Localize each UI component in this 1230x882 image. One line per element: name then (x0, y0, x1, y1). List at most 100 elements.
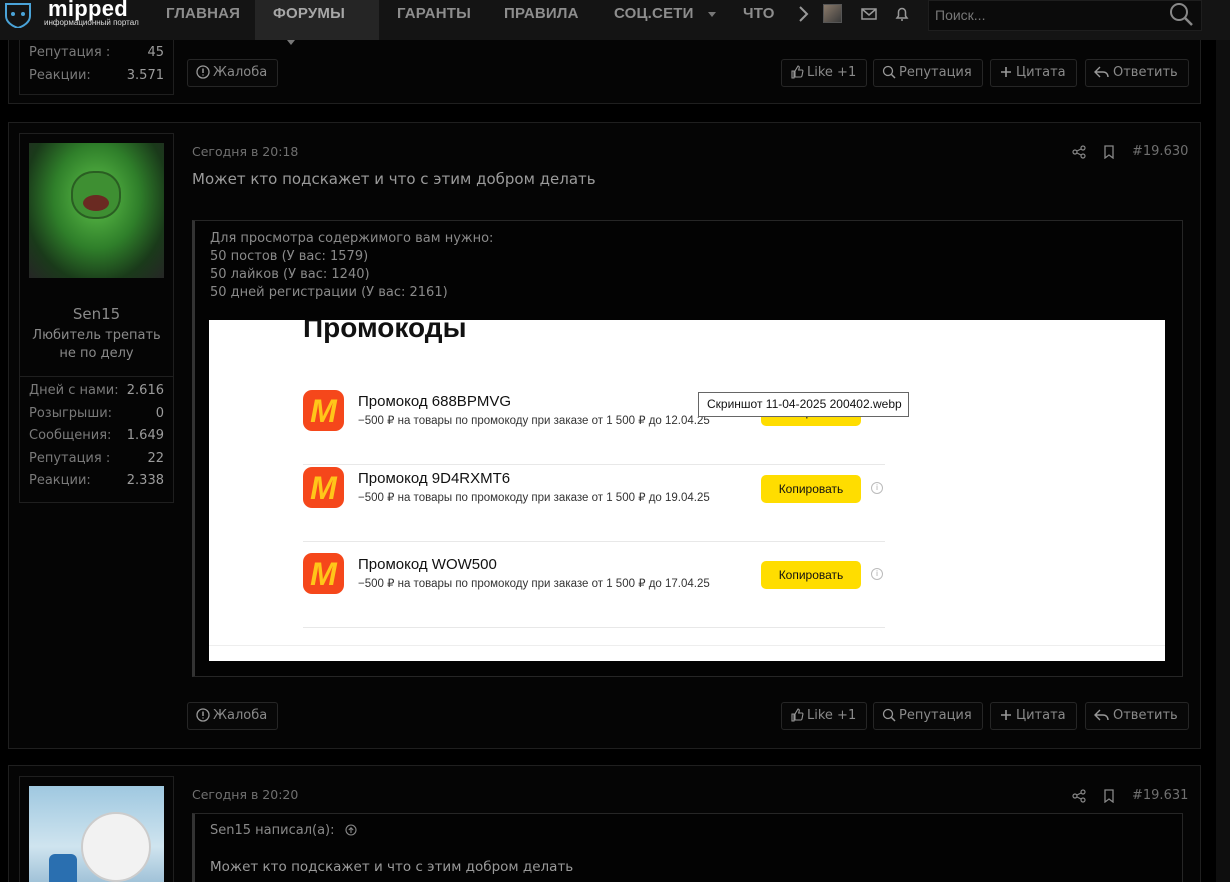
nav-forums-label: ФОРУМЫ (273, 5, 345, 22)
market-logo-letter: М (310, 470, 337, 506)
nav-what[interactable]: ЧТО (743, 0, 775, 40)
magnifier-icon (882, 65, 896, 79)
like-label: Like +1 (807, 708, 857, 723)
stat-value: 45 (147, 45, 164, 60)
promo-row: М Промокод 9D4RXMT6 −500 ₽ на товары по … (303, 455, 885, 542)
post-time[interactable]: Сегодня в 20:20 (192, 787, 298, 802)
share-icon[interactable] (1072, 145, 1086, 159)
page-scrollbar[interactable] (1216, 0, 1230, 882)
stat-value: 0 (155, 405, 164, 421)
magnifier-icon (882, 708, 896, 722)
stat-row: Сообщения: 1.649 (20, 425, 173, 448)
attached-screenshot[interactable]: Промокоды М Промокод 688BPMVG −500 ₽ на … (209, 320, 1165, 661)
reply-label: Ответить (1113, 65, 1178, 80)
report-label: Жалоба (213, 708, 268, 723)
nav-social-label: СОЦ.СЕТИ (614, 5, 694, 22)
share-icon[interactable] (1072, 789, 1086, 803)
quote-button[interactable]: Цитата (990, 702, 1077, 730)
nav-guarantors[interactable]: ГАРАНТЫ (397, 0, 471, 40)
top-navbar: mipped информационный портал ГЛАВНАЯ ФОР… (0, 0, 1230, 45)
copy-button[interactable]: Копировать (761, 561, 861, 589)
search-icon[interactable] (1167, 1, 1195, 29)
image-filename-tooltip: Скриншот 11-04-2025 200402.webp (698, 392, 909, 417)
mail-icon[interactable] (859, 4, 879, 24)
like-button[interactable]: Like +1 (781, 59, 868, 87)
avatar-mouth-shape (83, 195, 109, 211)
quote-label: Цитата (1016, 65, 1066, 80)
plus-icon (1001, 710, 1011, 720)
market-logo-icon: М (303, 467, 344, 508)
stat-label: Реакции: (29, 473, 91, 488)
bell-icon[interactable] (892, 4, 912, 24)
gamepad-shield-icon (5, 3, 31, 28)
quote-author-label: Sen15 написал(а): (210, 823, 335, 838)
nav-social[interactable]: СОЦ.СЕТИ (614, 0, 716, 40)
report-label: Жалоба (213, 65, 268, 80)
market-logo-icon: М (303, 390, 344, 431)
promo-row: М Промокод WOW500 −500 ₽ на товары по пр… (303, 541, 885, 628)
hidden-requirements: Для просмотра содержимого вам нужно: 50 … (210, 230, 493, 302)
quote-button[interactable]: Цитата (990, 59, 1077, 87)
promo-title: Промокод 688BPMVG (358, 393, 511, 410)
requirement-days: 50 дней регистрации (У вас: 2161) (210, 285, 448, 300)
nav-home[interactable]: ГЛАВНАЯ (166, 0, 240, 40)
user-avatar-large[interactable] (29, 786, 164, 882)
reputation-button[interactable]: Репутация (873, 702, 983, 730)
quote-text: Может кто подскажет и что с этим добром … (210, 859, 574, 875)
stat-label: Розыгрыши: (29, 405, 113, 421)
reply-button[interactable]: Ответить (1085, 59, 1189, 87)
post-number[interactable]: #19.630 (1132, 144, 1188, 159)
post-time[interactable]: Сегодня в 20:18 (192, 144, 298, 159)
chevron-down-icon[interactable] (287, 39, 295, 45)
stat-value: 22 (147, 450, 164, 466)
arrow-up-circle-icon[interactable] (345, 824, 357, 836)
stat-label: Репутация : (29, 45, 111, 60)
stat-label: Сообщения: (29, 428, 112, 443)
page: mipped информационный портал ГЛАВНАЯ ФОР… (0, 0, 1230, 882)
market-logo-letter: М (310, 393, 337, 429)
search-input[interactable] (935, 5, 1155, 25)
market-logo-icon: М (303, 553, 344, 594)
promo-desc: −500 ₽ на товары по промокоду при заказе… (358, 492, 710, 504)
user-avatar-large[interactable] (29, 143, 164, 278)
promo-heading: Промокоды (303, 320, 467, 343)
quote-author[interactable]: Sen15 написал(а): (210, 823, 357, 838)
requirement-likes: 50 лайков (У вас: 1240) (210, 267, 370, 282)
market-logo-letter: М (310, 556, 337, 592)
reply-label: Ответить (1113, 708, 1178, 723)
promo-title: Промокод 9D4RXMT6 (358, 470, 511, 487)
stat-label: Реакции: (29, 67, 91, 83)
search-box (928, 0, 1202, 31)
stat-label: Репутация : (29, 450, 111, 466)
info-icon[interactable]: i (871, 568, 883, 580)
stat-row: Репутация : 45 (20, 42, 173, 65)
user-avatar[interactable] (823, 4, 842, 23)
site-logo[interactable]: mipped информационный портал (0, 0, 150, 40)
chevron-down-icon[interactable] (707, 11, 716, 17)
alert-circle-icon (196, 708, 210, 722)
requirements-header: Для просмотра содержимого вам нужно: (210, 231, 494, 246)
like-button[interactable]: Like +1 (781, 702, 868, 730)
report-button[interactable]: Жалоба (187, 702, 279, 730)
user-stats: Дней с нами: 2.616 Розыгрыши: 0 Сообщения:… (20, 380, 173, 493)
plus-icon (1001, 67, 1011, 77)
username[interactable]: Sen15 (20, 305, 173, 323)
bookmark-icon[interactable] (1103, 145, 1115, 159)
nav-forums[interactable]: ФОРУМЫ (255, 0, 379, 45)
post-number[interactable]: #19.631 (1132, 788, 1188, 803)
stat-value: 2.616 (126, 383, 164, 398)
promo-desc: −500 ₽ на товары по промокоду при заказе… (358, 415, 710, 427)
bookmark-icon[interactable] (1103, 789, 1115, 803)
user-stats: Репутация : 45 Реакции: 3.571 (20, 42, 173, 87)
like-label: Like +1 (807, 65, 857, 80)
copy-button[interactable]: Копировать (761, 475, 861, 503)
reply-button[interactable]: Ответить (1085, 702, 1189, 730)
nav-rules[interactable]: ПРАВИЛА (504, 0, 579, 40)
stat-value: 3.571 (126, 67, 164, 83)
info-icon[interactable]: i (871, 482, 883, 494)
reputation-label: Репутация (899, 65, 972, 80)
post-message: Может кто подскажет и что с этим добром … (192, 170, 596, 188)
chevron-right-icon[interactable] (793, 4, 813, 24)
report-button[interactable]: Жалоба (187, 59, 279, 87)
reputation-button[interactable]: Репутация (873, 59, 983, 87)
